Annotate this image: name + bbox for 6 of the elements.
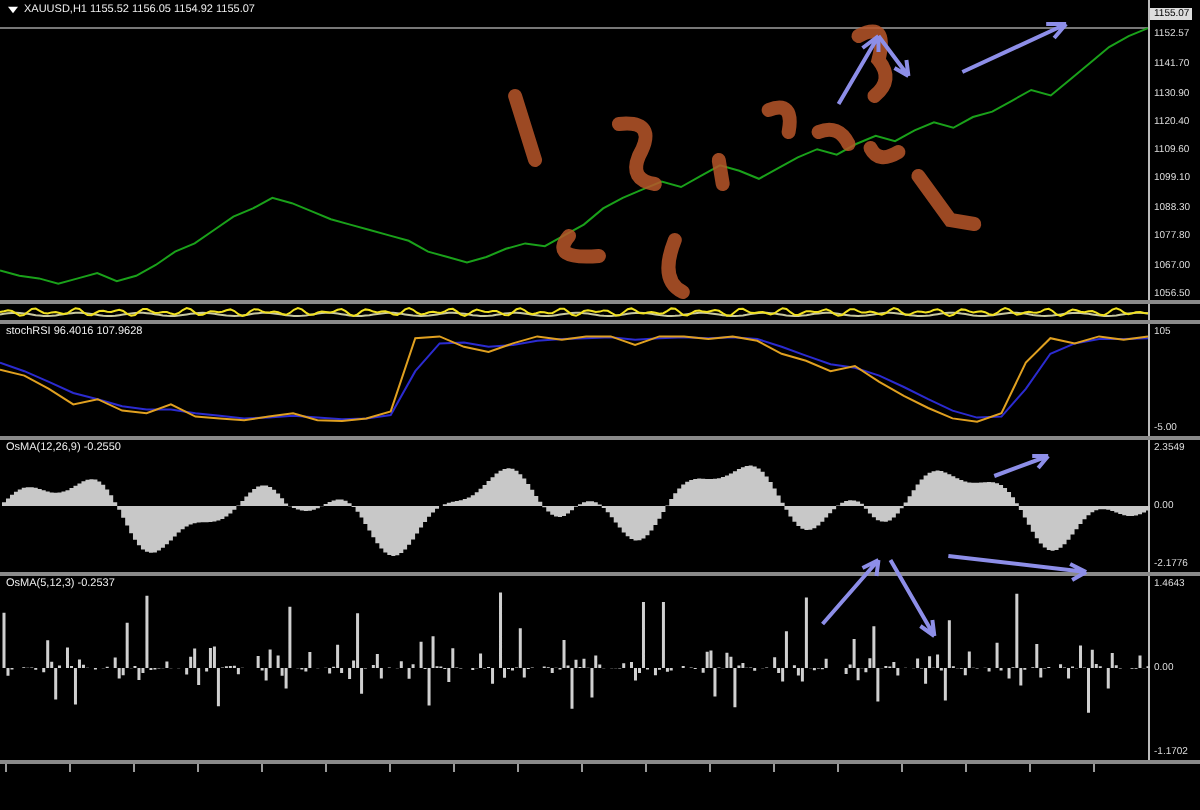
arrow [820, 558, 881, 626]
arrow [992, 454, 1051, 478]
arrow [960, 22, 1069, 74]
arrow [946, 554, 1089, 582]
dropdown-icon[interactable] [8, 6, 18, 14]
arrow [888, 558, 937, 638]
